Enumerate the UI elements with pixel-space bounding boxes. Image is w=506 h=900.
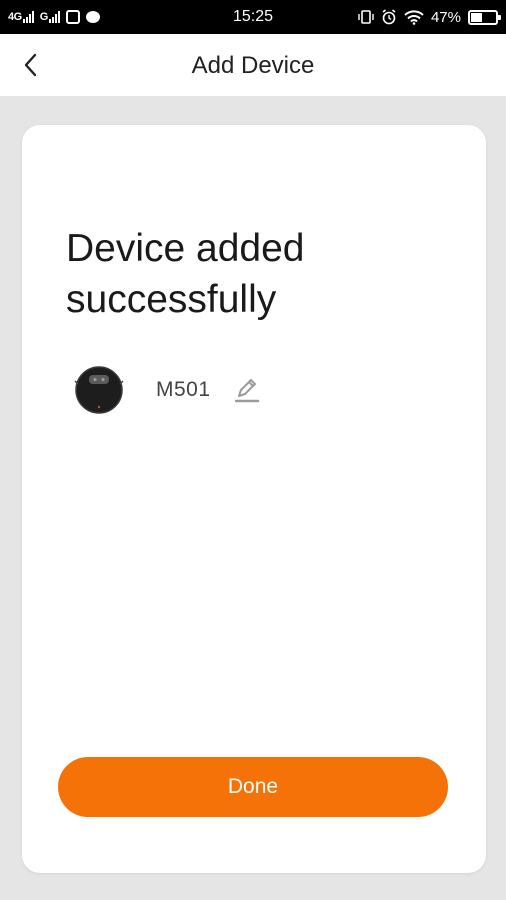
done-button[interactable]: Done [58,757,448,817]
battery-icon [468,9,501,25]
status-right: 47% [358,0,501,34]
pencil-icon [234,379,259,403]
battery-percent: 47% [430,8,461,26]
app-bar: Add Device [0,34,506,96]
success-card: Device added successfully M501 Done [22,125,486,873]
battery-level [471,12,482,22]
success-heading: Device added successfully [66,227,305,321]
status-bar: 4G G 15:25 47% [0,0,506,34]
device-row: M501 [74,363,261,417]
edit-name-button[interactable] [233,376,261,404]
device-name: M501 [156,378,211,401]
alarm-icon [382,9,396,25]
page-title: Add Device [191,52,315,79]
wifi-icon [404,9,424,25]
robot-vacuum-icon [74,365,124,415]
vibrate-icon [358,10,374,24]
